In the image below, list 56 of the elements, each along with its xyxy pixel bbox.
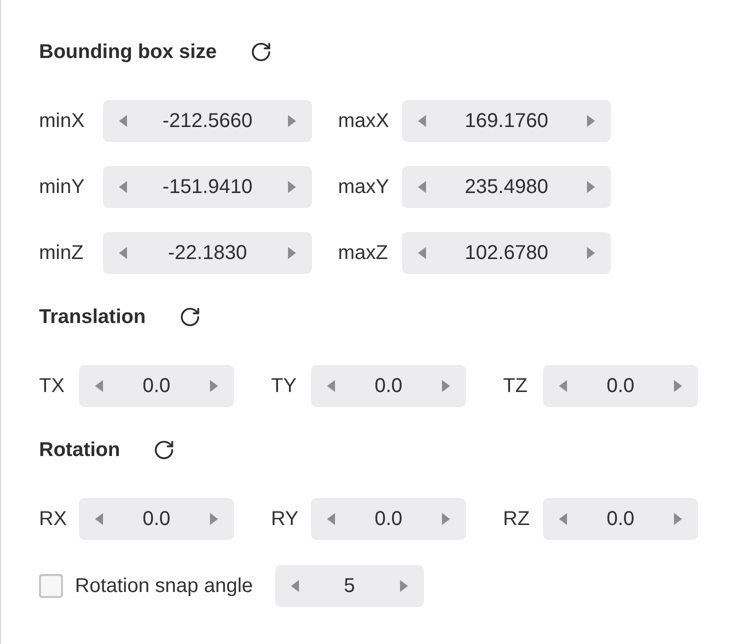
section-title: Bounding box size	[39, 40, 217, 64]
number-spinner[interactable]: 169.1760	[402, 100, 611, 142]
section-title: Translation	[39, 306, 146, 328]
caret-left-icon[interactable]	[95, 380, 103, 392]
number-spinner[interactable]: -212.5660	[103, 100, 312, 142]
field-label: minY	[39, 176, 86, 198]
caret-right-icon[interactable]	[288, 247, 296, 259]
caret-left-icon[interactable]	[418, 247, 426, 259]
caret-left-icon[interactable]	[559, 380, 567, 392]
caret-left-icon[interactable]	[95, 513, 103, 525]
number-spinner[interactable]: 0.0	[543, 365, 698, 407]
field-label: TY	[271, 374, 298, 398]
field-label: TZ	[503, 374, 528, 398]
caret-left-icon[interactable]	[290, 580, 299, 592]
field-label: RZ	[503, 508, 531, 530]
caret-right-icon[interactable]	[210, 380, 218, 392]
number-spinner[interactable]: 0.0	[79, 498, 234, 540]
caret-right-icon[interactable]	[674, 513, 682, 525]
checkbox[interactable]	[39, 574, 63, 598]
caret-left-icon[interactable]	[119, 181, 127, 193]
number-spinner[interactable]: 0.0	[311, 498, 466, 540]
number-spinner[interactable]: 0.0	[311, 365, 466, 407]
number-spinner[interactable]: -151.9410	[103, 166, 312, 208]
caret-right-icon[interactable]	[674, 380, 682, 392]
caret-right-icon[interactable]	[587, 181, 595, 193]
field-label: maxY	[338, 176, 390, 198]
field-label: minZ	[39, 242, 84, 264]
caret-left-icon[interactable]	[559, 513, 567, 525]
number-spinner[interactable]: 5	[274, 565, 424, 607]
caret-left-icon[interactable]	[119, 115, 127, 127]
field-label: RX	[39, 508, 68, 530]
section-title: Rotation	[39, 438, 120, 462]
field-label: TX	[39, 374, 66, 398]
caret-left-icon[interactable]	[418, 115, 426, 127]
caret-right-icon[interactable]	[587, 247, 595, 259]
caret-right-icon[interactable]	[210, 513, 218, 525]
caret-left-icon[interactable]	[418, 181, 426, 193]
caret-right-icon[interactable]	[288, 115, 296, 127]
caret-right-icon[interactable]	[587, 115, 595, 127]
caret-right-icon[interactable]	[288, 181, 296, 193]
number-spinner[interactable]: -22.1830	[103, 232, 312, 274]
caret-left-icon[interactable]	[327, 513, 335, 525]
number-spinner[interactable]: 0.0	[79, 365, 234, 407]
number-spinner[interactable]: 235.4980	[402, 166, 611, 208]
field-label: maxX	[338, 110, 390, 132]
field-label: RY	[271, 508, 300, 530]
caret-right-icon[interactable]	[400, 580, 408, 592]
field-label: minX	[39, 110, 86, 132]
caret-right-icon[interactable]	[442, 513, 450, 525]
number-spinner[interactable]: 0.0	[543, 498, 698, 540]
caret-left-icon[interactable]	[327, 380, 335, 392]
caret-left-icon[interactable]	[119, 247, 127, 259]
caret-right-icon[interactable]	[442, 380, 450, 392]
number-spinner[interactable]: 102.6780	[402, 232, 611, 274]
checkbox-label: Rotation snap angle	[75, 574, 253, 598]
field-label: maxZ	[338, 242, 389, 264]
